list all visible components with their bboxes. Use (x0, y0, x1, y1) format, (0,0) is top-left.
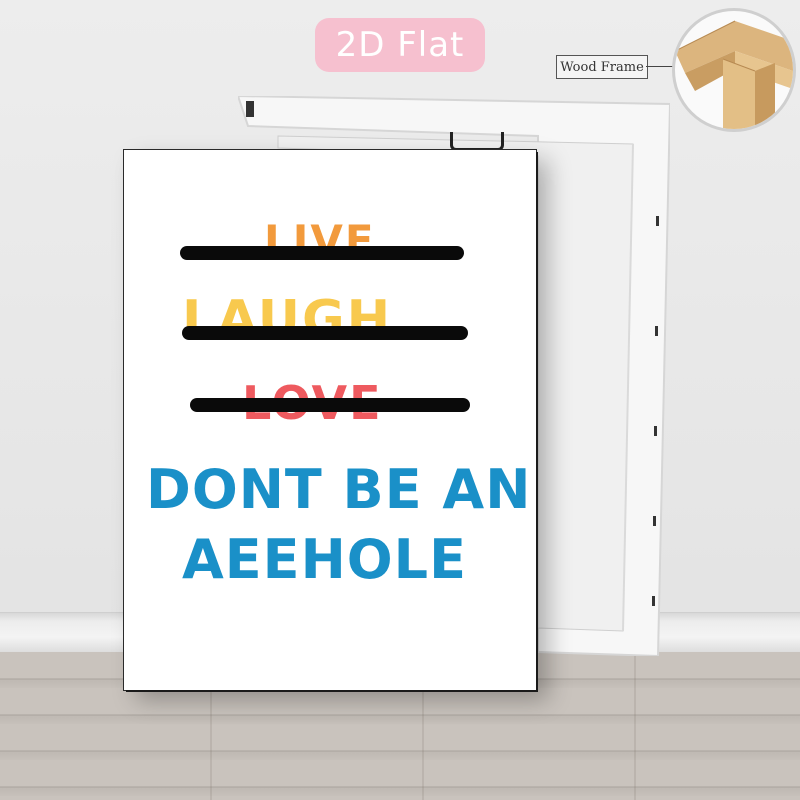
wood-frame-detail-image (672, 8, 796, 132)
strike-line-live (180, 246, 464, 260)
message-line-2: AEEHOLE (182, 528, 467, 591)
wood-frame-pointer (646, 66, 674, 67)
poster-canvas: LIVE LAUGH LOVE DONT BE AN AEEHOLE (124, 150, 536, 690)
wood-frame-label: Wood Frame (556, 55, 648, 79)
product-scene: 2D Flat Wood Frame LIVE LAUGH LOVE (0, 0, 800, 800)
message-line-1: DONT BE AN (146, 458, 532, 521)
strike-line-laugh (182, 326, 468, 340)
strike-line-love (190, 398, 470, 412)
word-laugh: LAUGH (182, 290, 393, 350)
hanging-hook (450, 132, 504, 151)
format-badge: 2D Flat (315, 18, 485, 72)
poster-artwork: LIVE LAUGH LOVE DONT BE AN AEEHOLE (124, 150, 536, 690)
wood-frame-corner-icon (675, 20, 793, 129)
